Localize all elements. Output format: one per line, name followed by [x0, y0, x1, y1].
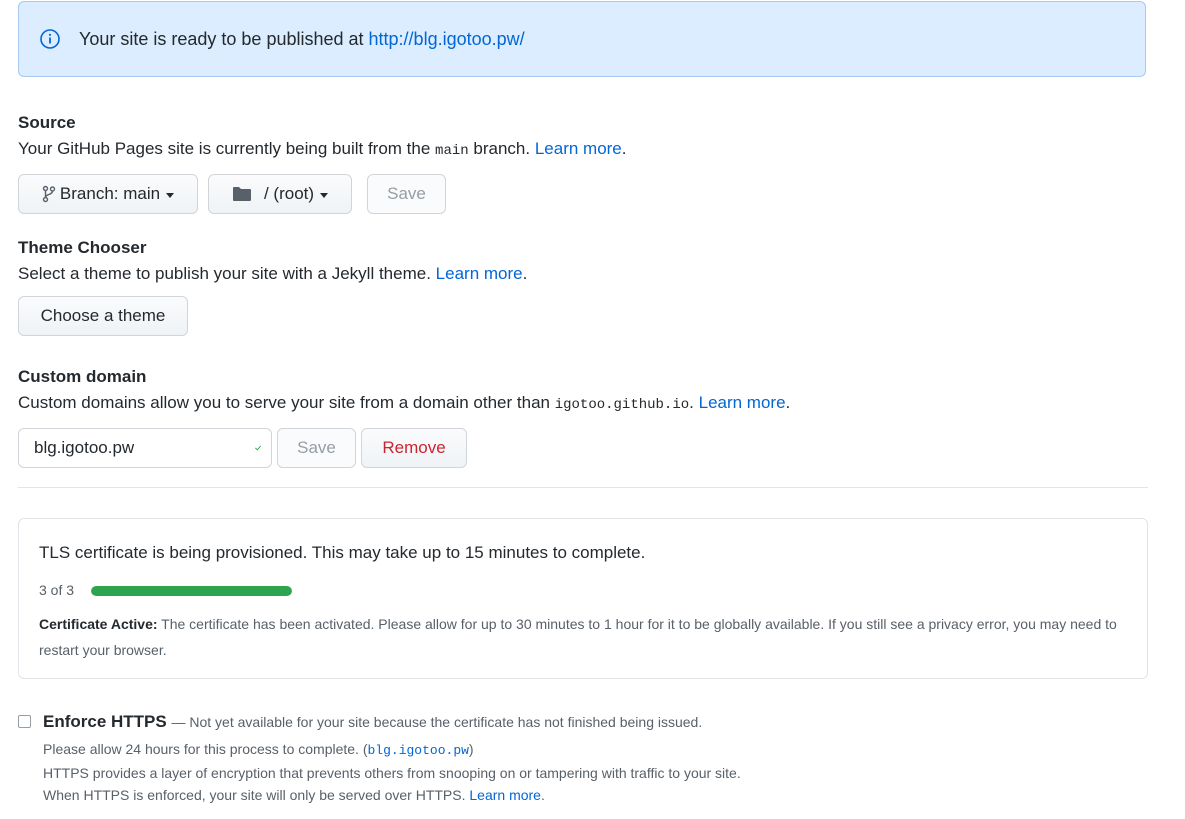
certificate-status-label: Certificate Active: [39, 616, 158, 632]
theme-learn-more-link[interactable]: Learn more [436, 264, 523, 283]
site-url-link[interactable]: http://blg.igotoo.pw/ [369, 29, 525, 50]
custom-domain-input[interactable] [34, 438, 255, 458]
theme-description: Select a theme to publish your site with… [18, 264, 527, 284]
period: . [621, 139, 627, 158]
enforce-https-subtitle: — Not yet available for your site becaus… [171, 714, 703, 730]
source-description: Your GitHub Pages site is currently bein… [18, 139, 627, 159]
progress-label: 3 of 3 [39, 582, 75, 598]
publish-ready-banner: Your site is ready to be published at ht… [18, 1, 1146, 77]
git-branch-icon [42, 185, 56, 203]
choose-theme-button[interactable]: Choose a theme [18, 296, 188, 336]
source-desc-text: Your GitHub Pages site is currently bein… [18, 139, 431, 158]
folder-button-label: / (root) [263, 184, 315, 203]
source-title: Source [18, 113, 76, 132]
folder-select-button[interactable]: / (root) [208, 174, 352, 214]
https-domain-code: blg.igotoo.pw [367, 743, 469, 758]
chevron-down-icon [166, 192, 175, 198]
folder-icon [232, 187, 251, 201]
period: . [522, 264, 528, 283]
source-learn-more-link[interactable]: Learn more [535, 139, 622, 158]
https-learn-more-link[interactable]: Learn more [469, 787, 541, 803]
enforce-https-label: Enforce HTTPS — Not yet available for yo… [43, 712, 702, 732]
info-icon [39, 28, 61, 50]
tls-status-box: TLS certificate is being provisioned. Th… [18, 518, 1148, 679]
period: . [540, 787, 545, 803]
check-icon [255, 445, 261, 451]
source-desc-suffix: branch. [473, 139, 531, 158]
certificate-note-text: The certificate has been activated. Plea… [39, 616, 1117, 658]
branch-select-button[interactable]: Branch: main [18, 174, 198, 214]
chevron-down-icon [320, 192, 329, 198]
https-note-1-suffix: ) [468, 741, 474, 757]
enforce-https-checkbox[interactable] [18, 715, 31, 728]
custom-domain-desc-text: Custom domains allow you to serve your s… [18, 393, 550, 412]
enforce-https-title: Enforce HTTPS [43, 712, 167, 731]
custom-domain-save-button[interactable]: Save [277, 428, 356, 468]
custom-domain-title: Custom domain [18, 367, 147, 386]
custom-domain-learn-more-link[interactable]: Learn more [699, 393, 786, 412]
https-note-1-text: Please allow 24 hours for this process t… [43, 741, 368, 757]
theme-title: Theme Chooser [18, 238, 147, 257]
branch-code: main [435, 143, 469, 159]
theme-desc-text: Select a theme to publish your site with… [18, 264, 431, 283]
https-note-3-text: When HTTPS is enforced, your site will o… [43, 787, 466, 803]
section-divider [18, 487, 1148, 488]
progress-fill [91, 586, 292, 596]
banner-text: Your site is ready to be published at [79, 28, 364, 49]
https-note-3: When HTTPS is enforced, your site will o… [43, 787, 545, 803]
pages-settings: Your site is ready to be published at ht… [0, 0, 1185, 819]
https-note-2: HTTPS provides a layer of encryption tha… [43, 765, 741, 781]
certificate-note: Certificate Active: The certificate has … [39, 611, 1119, 663]
period: . [689, 393, 694, 412]
https-note-1: Please allow 24 hours for this process t… [43, 741, 474, 758]
custom-domain-remove-button[interactable]: Remove [361, 428, 467, 468]
progress-bar [91, 586, 292, 596]
custom-domain-field[interactable] [18, 428, 272, 468]
source-save-button[interactable]: Save [367, 174, 446, 214]
custom-domain-description: Custom domains allow you to serve your s… [18, 393, 790, 413]
tls-title: TLS certificate is being provisioned. Th… [39, 543, 646, 562]
period: . [785, 393, 791, 412]
branch-button-label: Branch: main [59, 184, 161, 203]
default-domain-code: igotoo.github.io [554, 397, 690, 413]
